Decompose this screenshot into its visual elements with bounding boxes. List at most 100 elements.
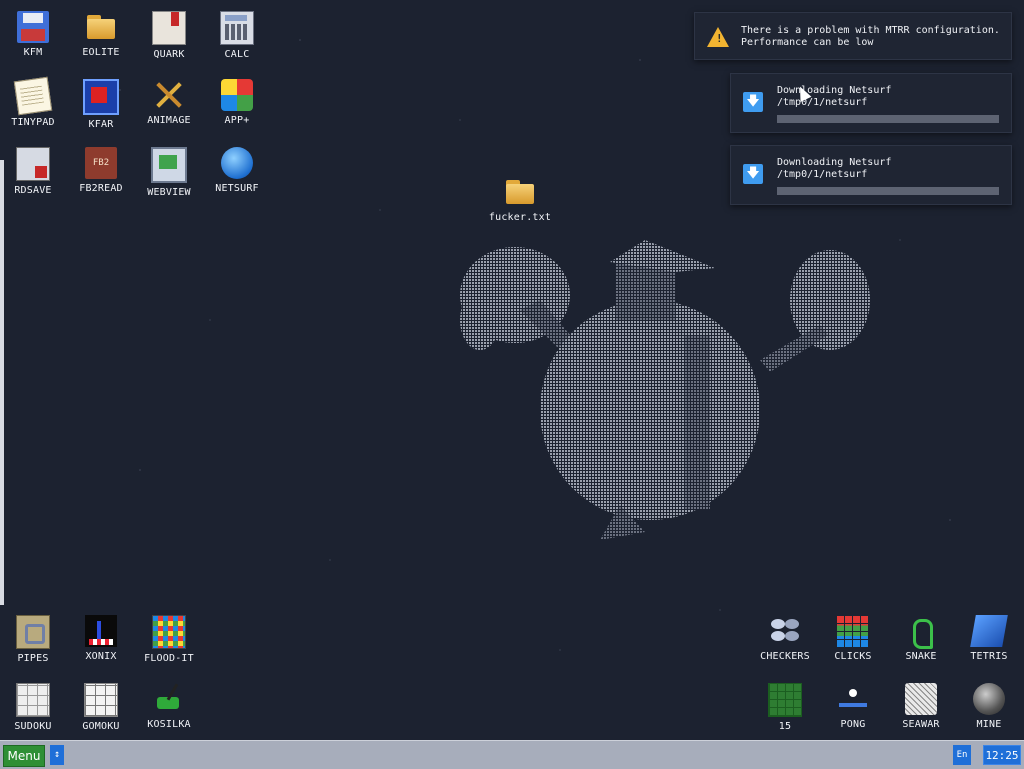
tic-tac-toe-icon: [84, 683, 118, 717]
icon-label: SUDOKU: [14, 721, 52, 732]
desktop-icon-animage[interactable]: ANIMAGE: [137, 71, 201, 133]
keyboard-language-button[interactable]: En: [953, 745, 971, 765]
menu-button[interactable]: Menu: [3, 745, 45, 767]
desktop-icon-kfm[interactable]: KFM: [1, 3, 65, 65]
desktop-icon-pong[interactable]: PONG: [821, 675, 885, 737]
taskbar-scroll-button[interactable]: ↕: [50, 745, 64, 765]
lawn-mower-icon: [153, 683, 185, 715]
icon-label: ANIMAGE: [147, 115, 191, 126]
taskbar: Menu ↕ En 12:25: [0, 740, 1024, 769]
picture-icon: [151, 147, 187, 183]
download-title: Downloading Netsurf: [777, 85, 892, 96]
icon-label: MINE: [976, 719, 1002, 730]
icon-label: QUARK: [153, 49, 185, 60]
icon-label: FB2READ: [79, 183, 123, 194]
notepad-icon: [13, 76, 53, 116]
desktop-icon-mine[interactable]: MINE: [957, 675, 1021, 737]
icon-label: XONIX: [85, 651, 117, 662]
snake-icon: [905, 615, 937, 649]
wallpaper-planet-house-art: [460, 240, 870, 540]
icon-label: fucker.txt: [488, 212, 552, 223]
icon-label: CHECKERS: [760, 651, 810, 662]
right-tree: [760, 250, 870, 372]
icon-label: KFM: [23, 47, 43, 58]
icon-label: SEAWAR: [902, 719, 940, 730]
mine-icon: [973, 683, 1005, 715]
desktop-icon-gomoku[interactable]: GOMOKU: [69, 675, 133, 737]
tetris-icon: [970, 615, 1008, 647]
download-title: Downloading Netsurf: [777, 157, 892, 168]
icon-label: RDSAVE: [14, 185, 52, 196]
desktop-icon-kosilka[interactable]: KOSILKA: [137, 675, 201, 737]
desktop-icon-rdsave[interactable]: RDSAVE: [1, 139, 65, 201]
left-panel-edge: [0, 160, 4, 605]
sudoku-grid-icon: [16, 683, 50, 717]
icon-label: GOMOKU: [82, 721, 120, 732]
desktop-icon-eolite[interactable]: EOLITE: [69, 3, 133, 65]
desktop-icon-kfar[interactable]: KFAR: [69, 71, 133, 133]
icon-label: NETSURF: [215, 183, 259, 194]
desktop-icon-clicks[interactable]: CLICKS: [821, 607, 885, 669]
notification-mtrr-warning[interactable]: ! There is a problem with MTRR configura…: [694, 12, 1012, 60]
desktop-icon-tinypad[interactable]: TINYPAD: [1, 71, 65, 133]
fb2-book-icon: FB2: [85, 147, 117, 179]
desktop-icon-webview[interactable]: WEBVIEW: [137, 139, 201, 201]
desktop-icon-app-plus[interactable]: APP+: [205, 71, 269, 133]
icon-label: 15: [778, 721, 792, 732]
warning-exclamation: !: [716, 32, 723, 45]
icon-label: APP+: [224, 115, 250, 126]
icon-label: WEBVIEW: [147, 187, 191, 198]
fifteen-puzzle-icon: [768, 683, 802, 717]
color-grid-icon: [152, 615, 186, 649]
desktop-icon-xonix[interactable]: XONIX: [69, 607, 133, 669]
battleship-icon: [905, 683, 937, 715]
desktop-icon-sudoku[interactable]: SUDOKU: [1, 675, 65, 737]
desktop-icon-seawar[interactable]: SEAWAR: [889, 675, 953, 737]
icon-label: PIPES: [17, 653, 49, 664]
icon-label: PONG: [840, 719, 866, 730]
book-icon: [152, 11, 186, 45]
desktop-file-fucker-txt[interactable]: fucker.txt: [488, 168, 552, 230]
clock[interactable]: 12:25: [983, 745, 1021, 765]
xonix-icon: [85, 615, 117, 647]
pong-icon: [837, 683, 869, 715]
icon-label: KFAR: [88, 119, 114, 130]
download-progress-bar: [777, 187, 999, 195]
icon-label: EOLITE: [82, 47, 120, 58]
desktop-icon-checkers[interactable]: CHECKERS: [753, 607, 817, 669]
notification-download-1[interactable]: 🡇 Downloading Netsurf /tmp0/1/netsurf: [730, 73, 1012, 133]
icon-label: FLOOD-IT: [144, 653, 194, 664]
globe-icon: [221, 147, 253, 179]
desktop-icon-fb2read[interactable]: FB2 FB2READ: [69, 139, 133, 201]
floppy-disk-icon: [17, 11, 49, 43]
icon-label: CALC: [224, 49, 250, 60]
folder-icon: [504, 176, 536, 208]
blocks-icon: [837, 615, 869, 647]
desktop-icon-netsurf[interactable]: NETSURF: [205, 139, 269, 201]
desktop-icon-tetris[interactable]: TETRIS: [957, 607, 1021, 669]
desktop-icon-snake[interactable]: SNAKE: [889, 607, 953, 669]
desktop: KFM EOLITE QUARK CALC TINYPAD KFAR ANIMA…: [0, 0, 1024, 740]
download-arrow-icon: 🡇: [743, 92, 763, 112]
notification-download-2[interactable]: 🡇 Downloading Netsurf /tmp0/1/netsurf: [730, 145, 1012, 205]
desktop-icon-pipes[interactable]: PIPES: [1, 607, 65, 669]
icon-label: TETRIS: [970, 651, 1008, 662]
desktop-icon-flood-it[interactable]: FLOOD-IT: [137, 607, 201, 669]
disk-save-icon: [16, 147, 50, 181]
calculator-icon: [220, 11, 254, 45]
download-path: /tmp0/1/netsurf: [777, 97, 868, 108]
left-tree: [460, 247, 585, 360]
icon-label: TINYPAD: [11, 117, 55, 128]
pencil-ruler-icon: [153, 79, 185, 111]
icon-label: SNAKE: [905, 651, 937, 662]
notification-line-1: There is a problem with MTRR configurati…: [741, 25, 1000, 36]
download-progress-bar: [777, 115, 999, 123]
desktop-icon-calc[interactable]: CALC: [205, 3, 269, 65]
desktop-icon-quark[interactable]: QUARK: [137, 3, 201, 65]
notification-line-2: Performance can be low: [741, 37, 874, 48]
file-manager-icon: [83, 79, 119, 115]
download-arrow-icon: 🡇: [743, 164, 763, 184]
pipes-icon: [16, 615, 50, 649]
folder-icon: [85, 11, 117, 43]
desktop-icon-15[interactable]: 15: [753, 675, 817, 737]
